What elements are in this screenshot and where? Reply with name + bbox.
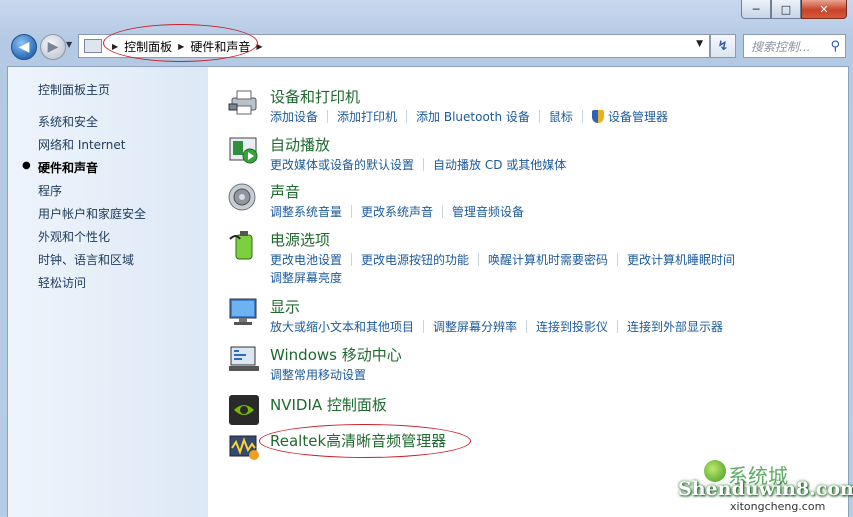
link-separator: [617, 253, 619, 266]
uac-shield-icon: [591, 110, 604, 123]
sidebar-item-system-security[interactable]: 系统和安全: [38, 113, 98, 130]
back-button[interactable]: ◀: [11, 34, 37, 60]
forward-button[interactable]: ▶: [40, 34, 66, 60]
search-box[interactable]: 搜索控制... ⚲: [743, 34, 846, 58]
change-power-buttons-link[interactable]: 更改电源按钮的功能: [361, 251, 469, 268]
annotation-oval-address: [103, 24, 258, 62]
add-bluetooth-device-link[interactable]: 添加 Bluetooth 设备: [416, 108, 530, 125]
mobility-center-title[interactable]: Windows 移动中心: [270, 344, 402, 365]
sidebar-item-appearance[interactable]: 外观和个性化: [38, 228, 110, 245]
sidebar-item-home[interactable]: 控制面板主页: [38, 81, 110, 98]
link-separator: [327, 110, 329, 123]
device-manager-link[interactable]: 设备管理器: [608, 108, 668, 125]
sidebar-item-user-accounts[interactable]: 用户帐户和家庭安全: [38, 205, 146, 222]
connect-projector-link[interactable]: 连接到投影仪: [536, 318, 608, 335]
mobility-center-links: 调整常用移动设置: [270, 366, 366, 383]
control-panel-icon: [84, 39, 102, 53]
close-button[interactable]: ✕: [801, 0, 847, 19]
printer-icon: [228, 90, 257, 115]
autoplay-cd-link[interactable]: 自动播放 CD 或其他媒体: [433, 156, 566, 173]
annotation-oval-realtek: [259, 424, 471, 458]
mouse-link[interactable]: 鼠标: [549, 108, 573, 125]
watermark-sub-text: xitongcheng.com: [730, 500, 826, 513]
connect-external-display-link[interactable]: 连接到外部显示器: [627, 318, 723, 335]
search-icon[interactable]: ⚲: [830, 39, 845, 54]
autoplay-links: 更改媒体或设备的默认设置 自动播放 CD 或其他媒体: [270, 156, 566, 173]
nvidia-control-panel-title[interactable]: NVIDIA 控制面板: [270, 394, 387, 415]
change-default-settings-link[interactable]: 更改媒体或设备的默认设置: [270, 156, 414, 173]
change-system-sounds-link[interactable]: 更改系统声音: [361, 203, 433, 220]
address-dropdown-icon[interactable]: ▼: [696, 39, 703, 49]
link-separator: [423, 158, 425, 171]
link-separator: [442, 205, 444, 218]
link-separator: [406, 110, 408, 123]
sound-title[interactable]: 声音: [270, 181, 300, 202]
battery-icon: [229, 231, 253, 260]
adjust-volume-link[interactable]: 调整系统音量: [270, 203, 342, 220]
power-options-title[interactable]: 电源选项: [270, 229, 330, 250]
link-separator: [617, 320, 619, 333]
display-title[interactable]: 显示: [270, 296, 300, 317]
sidebar-item-ease-of-access[interactable]: 轻松访问: [38, 274, 86, 291]
link-separator: [351, 253, 353, 266]
link-separator: [538, 110, 540, 123]
autoplay-title[interactable]: 自动播放: [270, 134, 330, 155]
adjust-resolution-link[interactable]: 调整屏幕分辨率: [433, 318, 517, 335]
search-input[interactable]: 搜索控制...: [744, 38, 830, 55]
refresh-button[interactable]: ↯: [710, 34, 736, 58]
watermark: 系统城 Shenduwin8.com xitongcheng.com: [668, 458, 853, 516]
require-password-link[interactable]: 唤醒计算机时需要密码: [488, 251, 608, 268]
sidebar-item-network[interactable]: 网络和 Internet: [38, 136, 125, 153]
mobility-center-icon: [229, 346, 259, 371]
caption-buttons: ─ □ ✕: [741, 0, 847, 20]
sidebar-item-clock-region[interactable]: 时钟、语言和区域: [38, 251, 134, 268]
explorer-window: ─ □ ✕ ◀ ▶ ▼ ▶ 控制面板 ▶ 硬件和声音 ▶ ▼ ↯ 搜索控制...…: [0, 0, 853, 517]
adjust-brightness-link[interactable]: 调整屏幕亮度: [270, 269, 342, 286]
link-separator: [581, 110, 583, 123]
nvidia-icon: [229, 395, 259, 425]
minimize-button[interactable]: ─: [741, 0, 771, 19]
link-separator: [351, 205, 353, 218]
sidebar-item-hardware-sound[interactable]: 硬件和声音: [38, 159, 98, 176]
add-device-link[interactable]: 添加设备: [270, 108, 318, 125]
add-printer-link[interactable]: 添加打印机: [337, 108, 397, 125]
watermark-main-text: Shenduwin8.com: [678, 478, 853, 500]
link-separator: [526, 320, 528, 333]
sidebar: 控制面板主页 系统和安全 网络和 Internet ● 硬件和声音 程序 用户帐…: [8, 67, 208, 517]
change-sleep-time-link[interactable]: 更改计算机睡眠时间: [627, 251, 735, 268]
monitor-icon: [229, 298, 257, 325]
devices-printers-title[interactable]: 设备和打印机: [270, 86, 360, 107]
speaker-icon: [228, 183, 256, 211]
make-text-larger-link[interactable]: 放大或缩小文本和其他项目: [270, 318, 414, 335]
manage-audio-devices-link[interactable]: 管理音频设备: [452, 203, 524, 220]
autoplay-icon: [229, 137, 258, 164]
active-bullet-icon: ●: [22, 160, 31, 171]
display-links: 放大或缩小文本和其他项目 调整屏幕分辨率 连接到投影仪 连接到外部显示器: [270, 318, 723, 335]
link-separator: [423, 320, 425, 333]
adjust-mobility-settings-link[interactable]: 调整常用移动设置: [270, 366, 366, 383]
maximize-button[interactable]: □: [771, 0, 801, 19]
recent-pages-dropdown-icon[interactable]: ▼: [66, 40, 72, 49]
link-separator: [478, 253, 480, 266]
realtek-audio-icon: [229, 435, 259, 460]
power-options-links: 更改电池设置 更改电源按钮的功能 唤醒计算机时需要密码 更改计算机睡眠时间: [270, 251, 735, 268]
sound-links: 调整系统音量 更改系统声音 管理音频设备: [270, 203, 524, 220]
sidebar-item-programs[interactable]: 程序: [38, 182, 62, 199]
change-battery-settings-link[interactable]: 更改电池设置: [270, 251, 342, 268]
devices-printers-links: 添加设备 添加打印机 添加 Bluetooth 设备 鼠标 设备管理器: [270, 108, 668, 125]
